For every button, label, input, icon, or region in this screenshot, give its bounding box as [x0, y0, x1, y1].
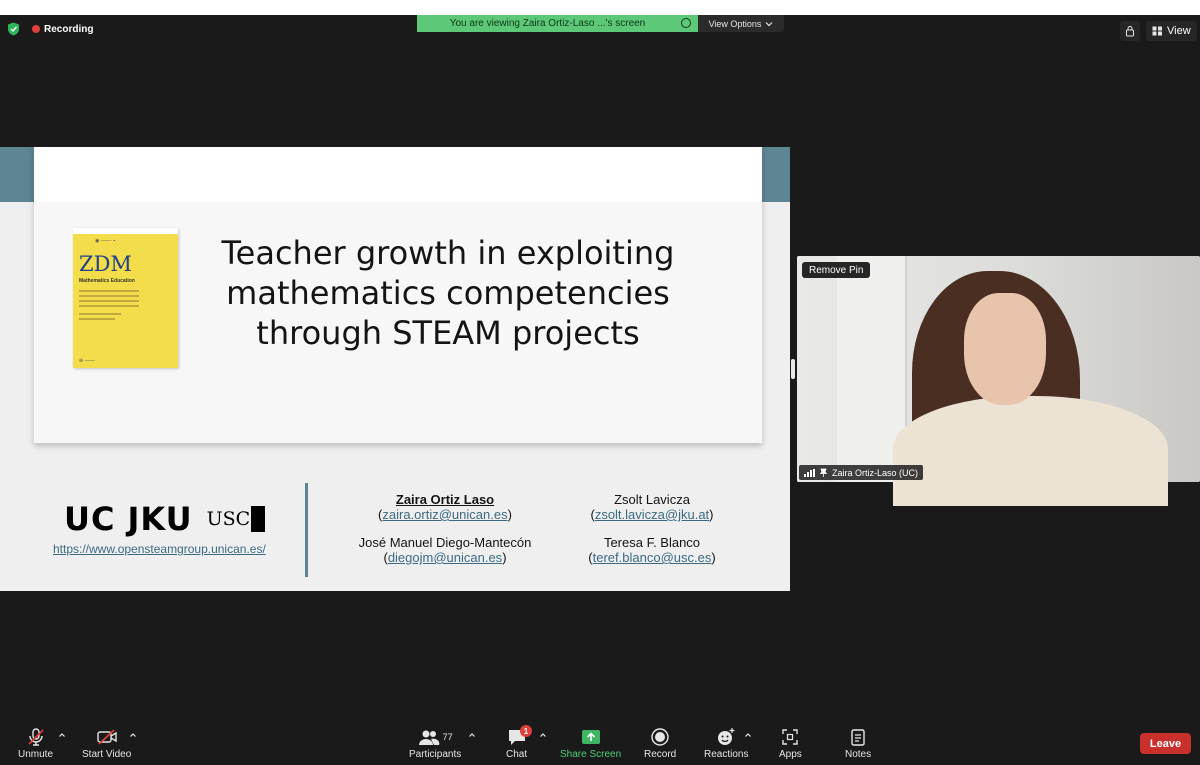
- chat-unread-badge: 1: [520, 725, 532, 737]
- view-label: View: [1167, 25, 1191, 37]
- chevron-down-icon: [766, 21, 773, 26]
- screen-share-banner: You are viewing Zaira Ortiz-Laso ...'s s…: [417, 15, 698, 32]
- participants-icon: [418, 730, 439, 745]
- view-options-label: View Options: [708, 18, 762, 29]
- usc-logo-text: USC: [206, 508, 251, 530]
- slide-title-line-3: through STEAM projects: [256, 314, 640, 352]
- recording-label: Recording: [44, 23, 94, 35]
- signal-strength-icon: [804, 468, 815, 477]
- author-email: zsolt.lavicza@jku.at: [594, 507, 710, 522]
- card-top-area: [34, 147, 762, 202]
- jku-logo: JKU: [127, 500, 193, 538]
- grid-view-icon: [1152, 26, 1162, 36]
- share-screen-button[interactable]: Share Screen: [560, 727, 621, 760]
- cover-header-strip: [73, 228, 178, 234]
- apps-icon: [782, 729, 799, 745]
- immersive-view-button[interactable]: [1120, 21, 1140, 41]
- website-link: https://www.opensteamgroup.unican.es/: [53, 542, 266, 556]
- share-status-icon: [681, 18, 691, 28]
- author-name: Zsolt Lavicza: [614, 492, 690, 507]
- cover-text-lines: [79, 290, 139, 323]
- chat-label: Chat: [506, 749, 528, 760]
- usc-logo: USC: [207, 506, 266, 532]
- participant-name: Zaira Ortiz-Laso (UC): [832, 467, 919, 478]
- shared-screen-slide: ◉ ─── ⌁ ZDM Mathematics Education ⊛ ─── …: [0, 147, 790, 591]
- springer-logo: ⊛ ───: [79, 358, 96, 364]
- share-screen-label: Share Screen: [560, 749, 622, 760]
- record-button[interactable]: Record: [644, 727, 676, 760]
- author-name: José Manuel Diego-Mantecón: [358, 535, 532, 550]
- author-block: José Manuel Diego-Mantecón (diegojm@unic…: [335, 535, 555, 565]
- participant-name-label: Zaira Ortiz-Laso (UC): [799, 465, 924, 480]
- author-block: Zaira Ortiz Laso (zaira.ortiz@unican.es): [345, 492, 545, 522]
- view-button[interactable]: View: [1146, 21, 1197, 41]
- participants-button[interactable]: 77 Participants: [409, 727, 461, 760]
- institution-logos: UC JKU USC: [64, 500, 266, 538]
- slide-title-line-2: mathematics competencies: [226, 274, 670, 312]
- start-video-label: Start Video: [82, 749, 132, 760]
- notes-button[interactable]: Notes: [845, 727, 871, 760]
- reactions-button[interactable]: Reactions: [704, 727, 748, 760]
- audio-options-chevron-icon[interactable]: [58, 731, 66, 739]
- slide-divider: [305, 483, 308, 577]
- slide-title-card: ◉ ─── ⌁ ZDM Mathematics Education ⊛ ─── …: [34, 147, 762, 443]
- cover-subtitle: Mathematics Education: [79, 278, 135, 284]
- recording-dot-icon: [32, 25, 40, 33]
- unmute-label: Unmute: [18, 749, 54, 760]
- participants-label: Participants: [409, 749, 462, 760]
- reactions-options-chevron-icon[interactable]: [744, 731, 752, 739]
- record-label: Record: [644, 749, 677, 760]
- record-icon: [651, 728, 669, 746]
- author-block: Zsolt Lavicza (zsolt.lavicza@jku.at): [552, 492, 752, 522]
- meeting-toolbar: Unmute Start Video 77 Participants Chat …: [0, 722, 1200, 765]
- participant-video-body: [893, 396, 1168, 506]
- apps-button[interactable]: Apps: [779, 727, 802, 760]
- author-email: zaira.ortiz@unican.es: [382, 507, 508, 522]
- security-shield-icon[interactable]: [7, 22, 20, 36]
- share-screen-icon: [581, 730, 600, 744]
- lock-icon: [1126, 26, 1134, 37]
- usc-logo-mark: [251, 506, 266, 532]
- participants-count: 77: [442, 732, 453, 742]
- view-options-button[interactable]: View Options: [698, 15, 784, 32]
- participant-video-face: [964, 293, 1046, 405]
- microphone-muted-icon: [27, 728, 44, 746]
- zdm-journal-cover-image: ◉ ─── ⌁ ZDM Mathematics Education ⊛ ───: [73, 228, 178, 368]
- cover-title: ZDM: [79, 252, 132, 276]
- author-block: Teresa F. Blanco (teref.blanco@usc.es): [552, 535, 752, 565]
- reactions-label: Reactions: [704, 749, 749, 760]
- meeting-window: Recording You are viewing Zaira Ortiz-La…: [0, 15, 1200, 765]
- video-options-chevron-icon[interactable]: [129, 731, 137, 739]
- notes-label: Notes: [845, 749, 872, 760]
- panel-resize-handle[interactable]: [791, 359, 795, 379]
- video-camera-off-icon: [96, 729, 117, 745]
- author-email: teref.blanco@usc.es: [592, 550, 712, 565]
- leave-button[interactable]: Leave: [1140, 733, 1191, 754]
- author-name: Teresa F. Blanco: [603, 535, 701, 550]
- participants-options-chevron-icon[interactable]: [468, 731, 476, 739]
- smiley-icon: [718, 728, 735, 745]
- notes-icon: [851, 729, 865, 746]
- slide-title: Teacher growth in exploiting mathematics…: [184, 233, 712, 353]
- remove-pin-button[interactable]: Remove Pin: [802, 262, 871, 278]
- share-banner-text: You are viewing Zaira Ortiz-Laso ...'s s…: [449, 18, 646, 29]
- publisher-logo: ◉ ─── ⌁: [95, 238, 116, 244]
- author-name: Zaira Ortiz Laso: [395, 492, 495, 507]
- apps-label: Apps: [779, 749, 802, 760]
- unmute-button[interactable]: Unmute: [18, 727, 53, 760]
- slide-title-line-1: Teacher growth in exploiting: [221, 234, 675, 272]
- pin-icon: [820, 468, 827, 477]
- uc-logo: UC: [64, 500, 116, 538]
- recording-indicator[interactable]: Recording: [32, 22, 93, 36]
- chat-options-chevron-icon[interactable]: [539, 731, 547, 739]
- author-email: diegojm@unican.es: [387, 550, 503, 565]
- start-video-button[interactable]: Start Video: [82, 727, 131, 760]
